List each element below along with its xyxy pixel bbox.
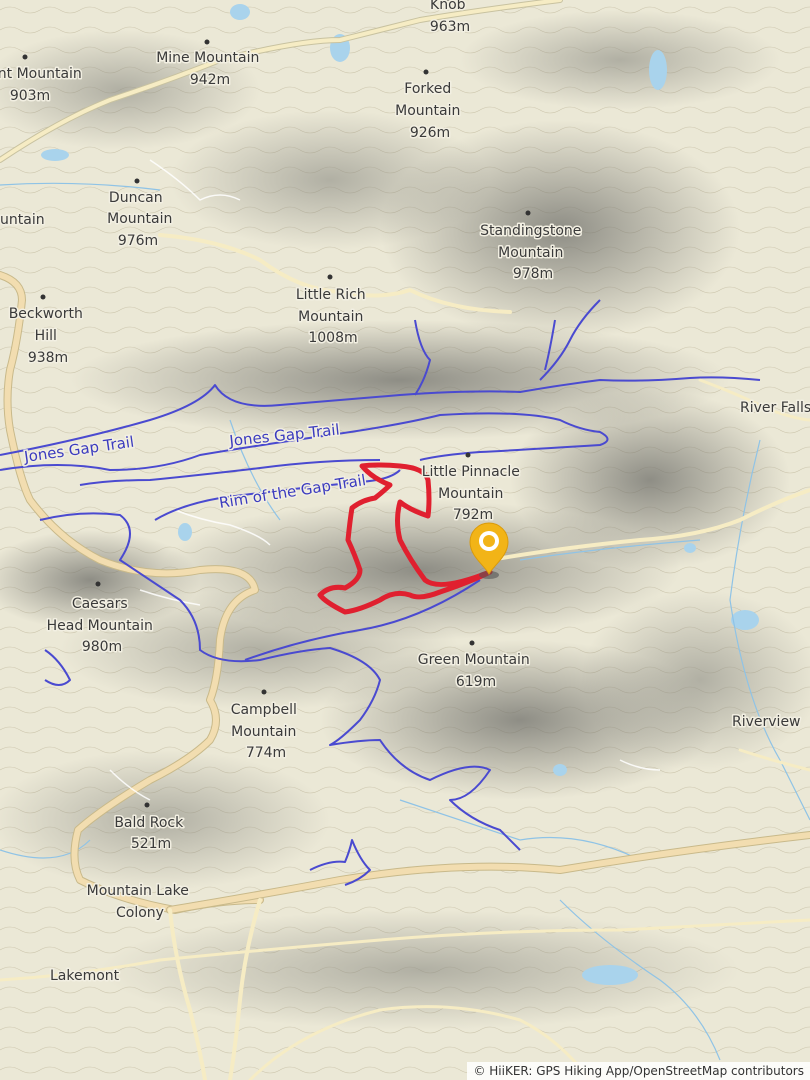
peak-label-caesars-head-mountain: Caesars Head Mountain 980m <box>47 596 158 655</box>
peak-markers <box>22 0 531 808</box>
map-canvas[interactable]: Knob 963m Mine Mountain 942m nt Mountain… <box>0 0 810 1080</box>
peak-label-mine-mountain: Mine Mountain 942m <box>156 50 264 88</box>
trail-label-jones-gap-1: Jones Gap Trail <box>22 433 135 466</box>
trail-label-jones-gap-2: Jones Gap Trail <box>228 421 341 451</box>
peak-label-untain: untain <box>0 212 45 228</box>
peak-label-campbell-mountain: Campbell Mountain 774m <box>231 702 302 761</box>
place-label-mountain-lake-colony: Mountain Lake Colony <box>87 883 194 921</box>
place-label-river-falls: River Falls <box>740 400 810 416</box>
place-label-lakemont: Lakemont <box>50 968 120 984</box>
peak-label-nt-mountain: nt Mountain 903m <box>0 66 86 104</box>
peak-label-bald-rock: Bald Rock 521m <box>114 815 187 852</box>
peak-label-little-rich-mountain: Little Rich Mountain 1008m <box>296 287 370 346</box>
location-pin-icon[interactable] <box>469 522 509 579</box>
peak-label-standingstone-mountain: Standingstone Mountain 978m <box>480 223 586 282</box>
labels-layer: Knob 963m Mine Mountain 942m nt Mountain… <box>0 0 810 986</box>
place-label-riverview: Riverview <box>732 714 801 730</box>
peak-label-forked-mountain: Forked Mountain 926m <box>395 81 465 141</box>
trail-label-rim-of-the-gap: Rim of the Gap Trail <box>218 471 367 512</box>
peak-label-beckworth-hill: Beckworth Hill 938m <box>9 306 88 366</box>
peak-label-knob: Knob 963m <box>430 0 470 35</box>
peak-label-duncan-mountain: Duncan Mountain 976m <box>107 190 177 249</box>
map-attribution[interactable]: © HiiKER: GPS Hiking App/OpenStreetMap c… <box>467 1062 810 1080</box>
peak-label-little-pinnacle-mountain: Little Pinnacle Mountain 792m <box>422 464 525 523</box>
peak-label-green-mountain: Green Mountain 619m <box>418 652 535 690</box>
